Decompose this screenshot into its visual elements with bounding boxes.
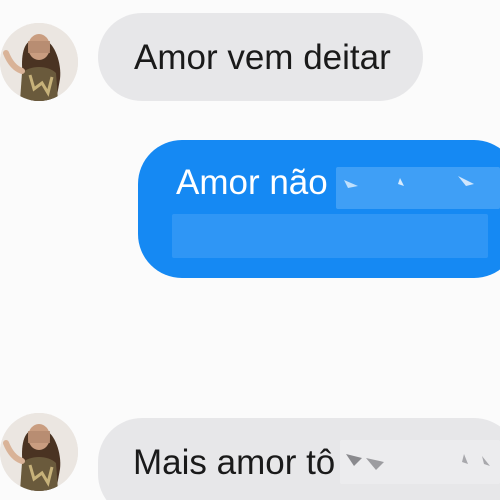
message-text: Amor vem deitar <box>134 38 391 77</box>
message-text: Mais amor tô <box>133 443 336 482</box>
message-text: Amor não <box>176 163 328 202</box>
sender-avatar[interactable] <box>0 413 78 491</box>
sender-avatar[interactable] <box>0 23 78 101</box>
sender-photo <box>0 413 78 491</box>
redaction-artifacts <box>344 176 474 188</box>
redaction-artifacts <box>346 454 490 470</box>
incoming-message-bubble[interactable]: Amor vem deitar <box>98 13 423 101</box>
sender-photo <box>0 23 78 101</box>
chat-thread: Amor vem deitar Amor não Mais amor tô <box>0 0 500 500</box>
